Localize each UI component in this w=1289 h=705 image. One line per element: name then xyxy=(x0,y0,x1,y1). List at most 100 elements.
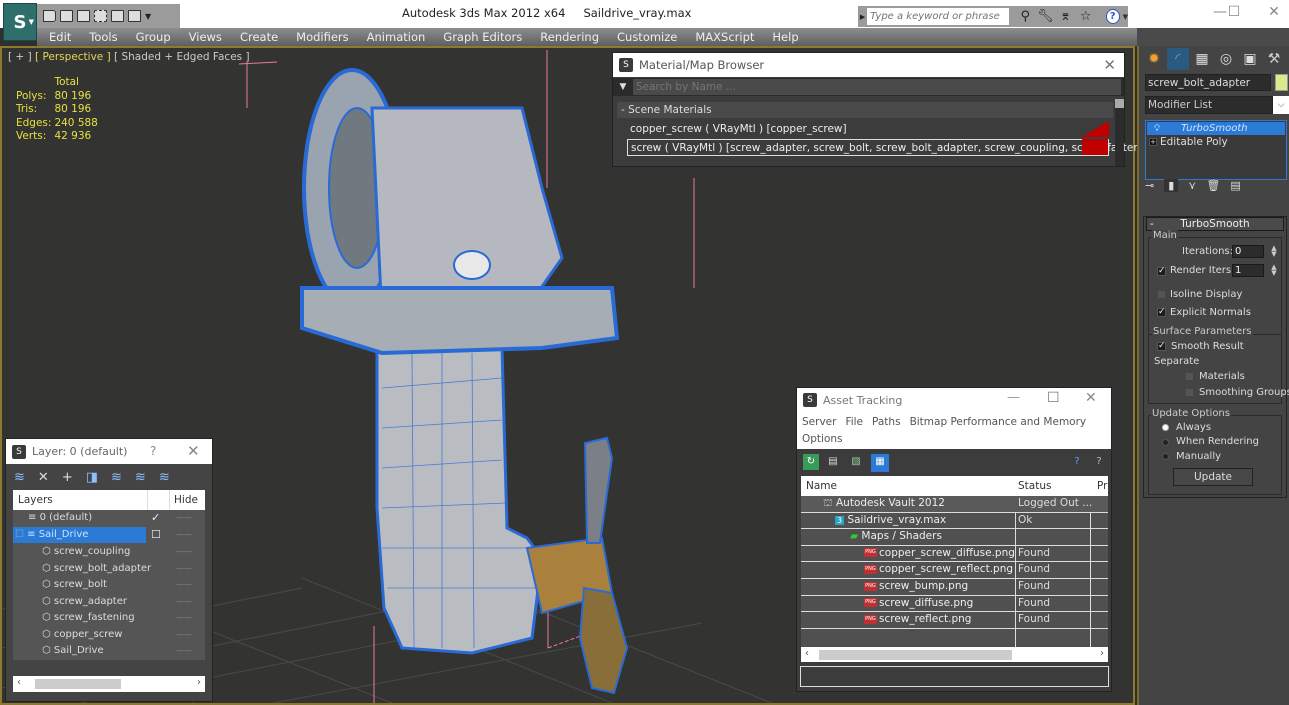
menu-rendering[interactable]: Rendering xyxy=(531,30,608,44)
select-objects-in-layer-icon[interactable]: ◨ xyxy=(86,470,98,485)
help-dropdown-icon[interactable]: ▼ xyxy=(1123,13,1128,21)
freeze-unfreeze-all-icon[interactable]: ≋ xyxy=(159,470,170,485)
create-new-layer-icon[interactable]: ≋ xyxy=(14,470,25,485)
hide-toggle[interactable]: —— xyxy=(176,577,192,593)
material-item[interactable]: screw ( VRayMtl ) [screw_adapter, screw_… xyxy=(627,139,1160,156)
redo-icon[interactable] xyxy=(94,10,107,22)
hide-toggle[interactable]: —— xyxy=(176,627,192,643)
refresh-icon[interactable]: ↻ xyxy=(803,454,819,470)
viewport-menu[interactable]: [ + ] xyxy=(8,51,32,63)
hide-toggle[interactable]: —— xyxy=(176,610,192,626)
hide-toggle[interactable]: —— xyxy=(176,527,192,543)
layer-row[interactable]: ≡ 0 (default) ✓ —— xyxy=(13,510,205,527)
render-iters-spinner[interactable]: 1 xyxy=(1232,264,1264,277)
spinner-arrows-icon[interactable]: ▲ ▼ xyxy=(1270,245,1278,258)
smooth-result-checkbox[interactable]: ✓ xyxy=(1157,342,1166,351)
hold-icon[interactable] xyxy=(111,10,124,22)
object-row[interactable]: ⬡ screw_adapter —— xyxy=(13,594,205,611)
open-icon[interactable] xyxy=(43,10,56,22)
keyword-search-input[interactable] xyxy=(867,8,1010,25)
object-color-swatch[interactable] xyxy=(1275,74,1288,91)
asset-tracking-titlebar[interactable]: S Asset Tracking xyxy=(797,388,1111,412)
material-search-input[interactable] xyxy=(633,79,1121,95)
current-layer-box-icon[interactable]: ☐ xyxy=(151,527,161,543)
favorites-star-icon[interactable]: ☆ xyxy=(1076,9,1096,24)
hide-toggle[interactable]: —— xyxy=(176,544,192,560)
layer-dialog-titlebar[interactable]: S Layer: 0 (default) xyxy=(6,439,212,464)
menu-edit[interactable]: Edit xyxy=(37,30,80,44)
update-manually-radio[interactable] xyxy=(1162,453,1169,460)
menu-animation[interactable]: Animation xyxy=(358,30,435,44)
layer-horizontal-scrollbar[interactable]: ‹ › xyxy=(13,676,205,692)
project-folder-icon[interactable] xyxy=(128,10,141,22)
add-selected-to-layer-icon[interactable]: + xyxy=(62,470,73,485)
stack-item-editable-poly[interactable]: + Editable Poly xyxy=(1147,136,1285,149)
menu-group[interactable]: Group xyxy=(127,30,180,44)
scroll-thumb[interactable] xyxy=(819,650,1012,660)
scroll-right-icon[interactable]: › xyxy=(1100,648,1104,659)
stack-item-turbosmooth[interactable]: 💡︎ TurboSmooth xyxy=(1147,122,1285,135)
asset-row[interactable]: PNG screw_bump.png Found xyxy=(801,579,1108,596)
menu-bitmap-performance[interactable]: Bitmap Performance and Memory xyxy=(910,416,1087,428)
scroll-thumb[interactable] xyxy=(1115,99,1124,108)
create-icon[interactable]: ✹ xyxy=(1143,48,1165,70)
help-icon[interactable]: ? xyxy=(1105,9,1120,24)
remove-modifier-icon[interactable]: 🗑︎ xyxy=(1206,179,1220,192)
configure-modifier-sets-icon[interactable]: ▤ xyxy=(1230,179,1240,192)
modify-icon[interactable]: ◜ xyxy=(1167,48,1189,70)
list-view-icon[interactable]: ▤ xyxy=(825,454,841,470)
more-icon[interactable]: ▼ xyxy=(145,12,151,21)
column-hide[interactable]: Hide xyxy=(174,494,198,506)
close-icon[interactable]: ✕ xyxy=(1103,56,1116,74)
menu-graph-editors[interactable]: Graph Editors xyxy=(434,30,531,44)
hide-toggle[interactable]: —— xyxy=(176,594,192,610)
show-end-result-icon[interactable]: ▮ xyxy=(1164,178,1179,192)
close-button[interactable]: ✕ xyxy=(187,442,200,460)
iterations-spinner[interactable]: 0 xyxy=(1232,245,1264,258)
expand-plus-icon[interactable]: + xyxy=(1149,138,1157,146)
column-pr[interactable]: Pr xyxy=(1097,480,1107,492)
help-settings-icon[interactable]: ? xyxy=(1091,454,1107,470)
update-button[interactable]: Update xyxy=(1173,468,1253,486)
asset-row[interactable]: PNG copper_screw_diffuse.png Found xyxy=(801,546,1108,563)
wrench-icon[interactable]: 🔧︎ xyxy=(1035,9,1055,24)
object-row[interactable]: ⬡ copper_screw —— xyxy=(13,627,205,644)
menu-create[interactable]: Create xyxy=(231,30,287,44)
highlight-selected-layer-icon[interactable]: ≋ xyxy=(111,470,122,485)
separate-materials-checkbox[interactable] xyxy=(1185,372,1194,381)
viewport-label[interactable]: [ + ] [ Perspective ] [ Shaded + Edged F… xyxy=(8,51,250,63)
minimize-button[interactable]: — xyxy=(1007,390,1020,405)
asset-row[interactable]: ⛫ Autodesk Vault 2012 Logged Out ... xyxy=(801,496,1108,513)
asset-horizontal-scrollbar[interactable]: ‹ › xyxy=(801,647,1108,662)
explicit-normals-checkbox[interactable]: ✓ xyxy=(1157,308,1166,317)
menu-maxscript[interactable]: MAXScript xyxy=(686,30,763,44)
help-icon[interactable]: ? xyxy=(1069,454,1085,470)
asset-row[interactable]: PNG screw_reflect.png Found xyxy=(801,612,1108,629)
scene-materials-group[interactable]: - Scene Materials xyxy=(617,102,1113,118)
menu-server[interactable]: Server xyxy=(802,416,836,428)
current-layer-check-icon[interactable]: ✓ xyxy=(151,510,160,526)
column-layers[interactable]: Layers xyxy=(18,494,53,506)
separate-smoothing-groups-checkbox[interactable] xyxy=(1185,388,1194,397)
column-status[interactable]: Status xyxy=(1018,480,1051,492)
menu-tools[interactable]: Tools xyxy=(80,30,126,44)
make-unique-icon[interactable]: ⋎ xyxy=(1188,179,1196,192)
object-row[interactable]: ⬡ screw_fastening —— xyxy=(13,610,205,627)
material-item[interactable]: copper_screw ( VRayMtl ) [copper_screw] xyxy=(627,121,1109,138)
expand-arrow-icon[interactable]: ▶ xyxy=(858,13,867,21)
scroll-left-icon[interactable]: ‹ xyxy=(805,648,809,659)
update-always-radio[interactable] xyxy=(1162,424,1169,431)
maximize-button[interactable]: ☐ xyxy=(1047,390,1060,406)
menu-help[interactable]: Help xyxy=(763,30,807,44)
hide-toggle[interactable]: —— xyxy=(176,643,192,659)
menu-paths[interactable]: Paths xyxy=(872,416,901,428)
material-browser-titlebar[interactable]: S Material/Map Browser xyxy=(613,53,1124,77)
motion-icon[interactable]: ◎ xyxy=(1215,48,1237,70)
table-view-icon[interactable]: ▦ xyxy=(871,454,889,472)
menu-modifiers[interactable]: Modifiers xyxy=(287,30,358,44)
utilities-icon[interactable]: ⚒ xyxy=(1263,48,1285,70)
material-scrollbar[interactable] xyxy=(1115,99,1124,166)
object-row[interactable]: ⬡ screw_coupling —— xyxy=(13,544,205,561)
hide-unhide-all-icon[interactable]: ≋ xyxy=(135,470,146,485)
scroll-right-icon[interactable]: › xyxy=(197,677,201,688)
